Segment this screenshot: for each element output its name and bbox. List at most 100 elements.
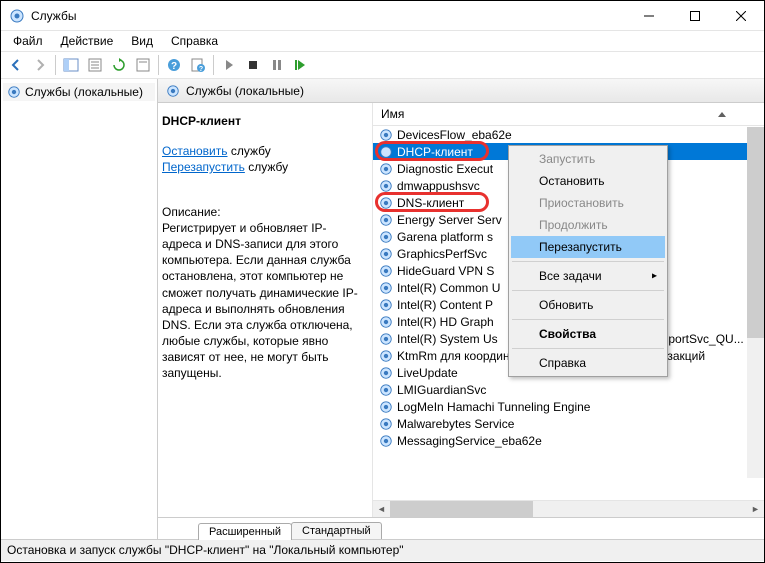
vertical-scrollbar[interactable] — [747, 127, 764, 478]
svg-text:?: ? — [199, 66, 203, 73]
context-menu: Запустить Остановить Приостановить Продо… — [508, 145, 668, 377]
sort-ascending-icon — [718, 112, 726, 117]
scroll-thumb[interactable] — [390, 501, 533, 517]
gear-icon — [379, 145, 393, 159]
stop-suffix: службу — [228, 144, 271, 158]
service-label: HideGuard VPN S — [397, 264, 494, 278]
service-label: Garena platform s — [397, 230, 493, 244]
gear-icon — [379, 417, 393, 431]
service-label: Intel(R) Common U — [397, 281, 500, 295]
service-label: DNS-клиент — [397, 196, 464, 210]
gear-icon — [379, 128, 393, 142]
ctx-resume[interactable]: Продолжить — [511, 214, 665, 236]
tree-root-label: Службы (локальные) — [25, 85, 143, 99]
close-button[interactable] — [718, 1, 764, 31]
right-header-title: Службы (локальные) — [186, 84, 304, 98]
gear-icon — [379, 213, 393, 227]
description-heading: Описание: — [162, 204, 364, 220]
ctx-all-tasks[interactable]: Все задачи▸ — [511, 265, 665, 287]
chevron-right-icon: ▸ — [652, 271, 657, 282]
column-header[interactable]: Имя — [373, 103, 764, 126]
column-name: Имя — [381, 107, 404, 121]
minimize-button[interactable] — [626, 1, 672, 31]
export-list-button[interactable] — [84, 54, 106, 76]
ctx-refresh[interactable]: Обновить — [511, 294, 665, 316]
tree-pane: Службы (локальные) — [1, 79, 158, 539]
svg-text:?: ? — [171, 61, 177, 72]
gear-icon — [379, 179, 393, 193]
gear-icon — [379, 247, 393, 261]
gear-icon — [379, 230, 393, 244]
tab-extended[interactable]: Расширенный — [198, 523, 292, 540]
service-label: DHCP-клиент — [397, 145, 473, 159]
app-icon — [9, 8, 25, 24]
service-label: DevicesFlow_eba62e — [397, 128, 512, 142]
scroll-left-icon[interactable]: ◄ — [373, 501, 390, 517]
tab-standard[interactable]: Стандартный — [291, 522, 382, 539]
menubar: Файл Действие Вид Справка — [1, 31, 764, 51]
service-row[interactable]: LogMeIn Hamachi Tunneling Engine — [373, 398, 764, 415]
service-row[interactable]: MessagingService_eba62e — [373, 432, 764, 449]
titlebar: Службы — [1, 1, 764, 31]
list-pane: Имя DevicesFlow_eba62eDHCP-клиентDiagnos… — [372, 103, 764, 517]
tab-strip: Расширенный Стандартный — [158, 517, 764, 539]
service-row[interactable]: DevicesFlow_eba62e — [373, 126, 764, 143]
gear-icon — [379, 434, 393, 448]
menu-view[interactable]: Вид — [123, 32, 161, 50]
menu-help[interactable]: Справка — [163, 32, 226, 50]
service-label: LogMeIn Hamachi Tunneling Engine — [397, 400, 590, 414]
properties-button[interactable] — [132, 54, 154, 76]
pause-service-button[interactable] — [266, 54, 288, 76]
horizontal-scrollbar[interactable]: ◄ ► — [373, 500, 764, 517]
service-label: Intel(R) Content P — [397, 298, 493, 312]
ctx-restart[interactable]: Перезапустить — [511, 236, 665, 258]
start-service-button[interactable] — [218, 54, 240, 76]
ctx-pause[interactable]: Приостановить — [511, 192, 665, 214]
right-header: Службы (локальные) — [158, 79, 764, 103]
service-label: LMIGuardianSvc — [397, 383, 486, 397]
forward-button[interactable] — [29, 54, 51, 76]
service-label: GraphicsPerfSvc — [397, 247, 487, 261]
gear-icon — [166, 84, 180, 98]
ctx-help[interactable]: Справка — [511, 352, 665, 374]
gear-icon — [379, 400, 393, 414]
service-label: dmwappushsvc — [397, 179, 480, 193]
service-label: LiveUpdate — [397, 366, 458, 380]
gear-icon — [379, 162, 393, 176]
restart-service-button[interactable] — [290, 54, 312, 76]
gear-icon — [379, 315, 393, 329]
detail-pane: DHCP-клиент Остановить службу Перезапуст… — [158, 103, 372, 517]
ctx-start[interactable]: Запустить — [511, 148, 665, 170]
window-title: Службы — [31, 9, 626, 23]
service-label: MessagingService_eba62e — [397, 434, 542, 448]
show-hide-tree-button[interactable] — [60, 54, 82, 76]
help-button[interactable]: ? — [163, 54, 185, 76]
gear-icon — [379, 298, 393, 312]
restart-link[interactable]: Перезапустить — [162, 160, 245, 174]
maximize-button[interactable] — [672, 1, 718, 31]
tree-root-item[interactable]: Службы (локальные) — [3, 83, 155, 101]
gear-icon — [379, 383, 393, 397]
restart-suffix: службу — [245, 160, 288, 174]
right-pane: Службы (локальные) DHCP-клиент Остановит… — [158, 79, 764, 539]
help-topics-button[interactable]: ? — [187, 54, 209, 76]
toolbar: ? ? — [1, 51, 764, 79]
service-row[interactable]: LMIGuardianSvc — [373, 381, 764, 398]
refresh-button[interactable] — [108, 54, 130, 76]
stop-link[interactable]: Остановить — [162, 144, 228, 158]
back-button[interactable] — [5, 54, 27, 76]
service-row[interactable]: Malwarebytes Service — [373, 415, 764, 432]
description-text: Регистрирует и обновляет IP-адреса и DNS… — [162, 220, 364, 382]
gear-icon — [379, 196, 393, 210]
ctx-stop[interactable]: Остановить — [511, 170, 665, 192]
stop-service-button[interactable] — [242, 54, 264, 76]
ctx-properties[interactable]: Свойства — [511, 323, 665, 345]
selected-service-name: DHCP-клиент — [162, 113, 364, 129]
statusbar: Остановка и запуск службы "DHCP-клиент" … — [1, 539, 764, 561]
scroll-right-icon[interactable]: ► — [747, 501, 764, 517]
gear-icon — [379, 264, 393, 278]
menu-action[interactable]: Действие — [53, 32, 122, 50]
vscroll-thumb[interactable] — [747, 127, 764, 338]
menu-file[interactable]: Файл — [5, 32, 51, 50]
gear-icon — [379, 366, 393, 380]
